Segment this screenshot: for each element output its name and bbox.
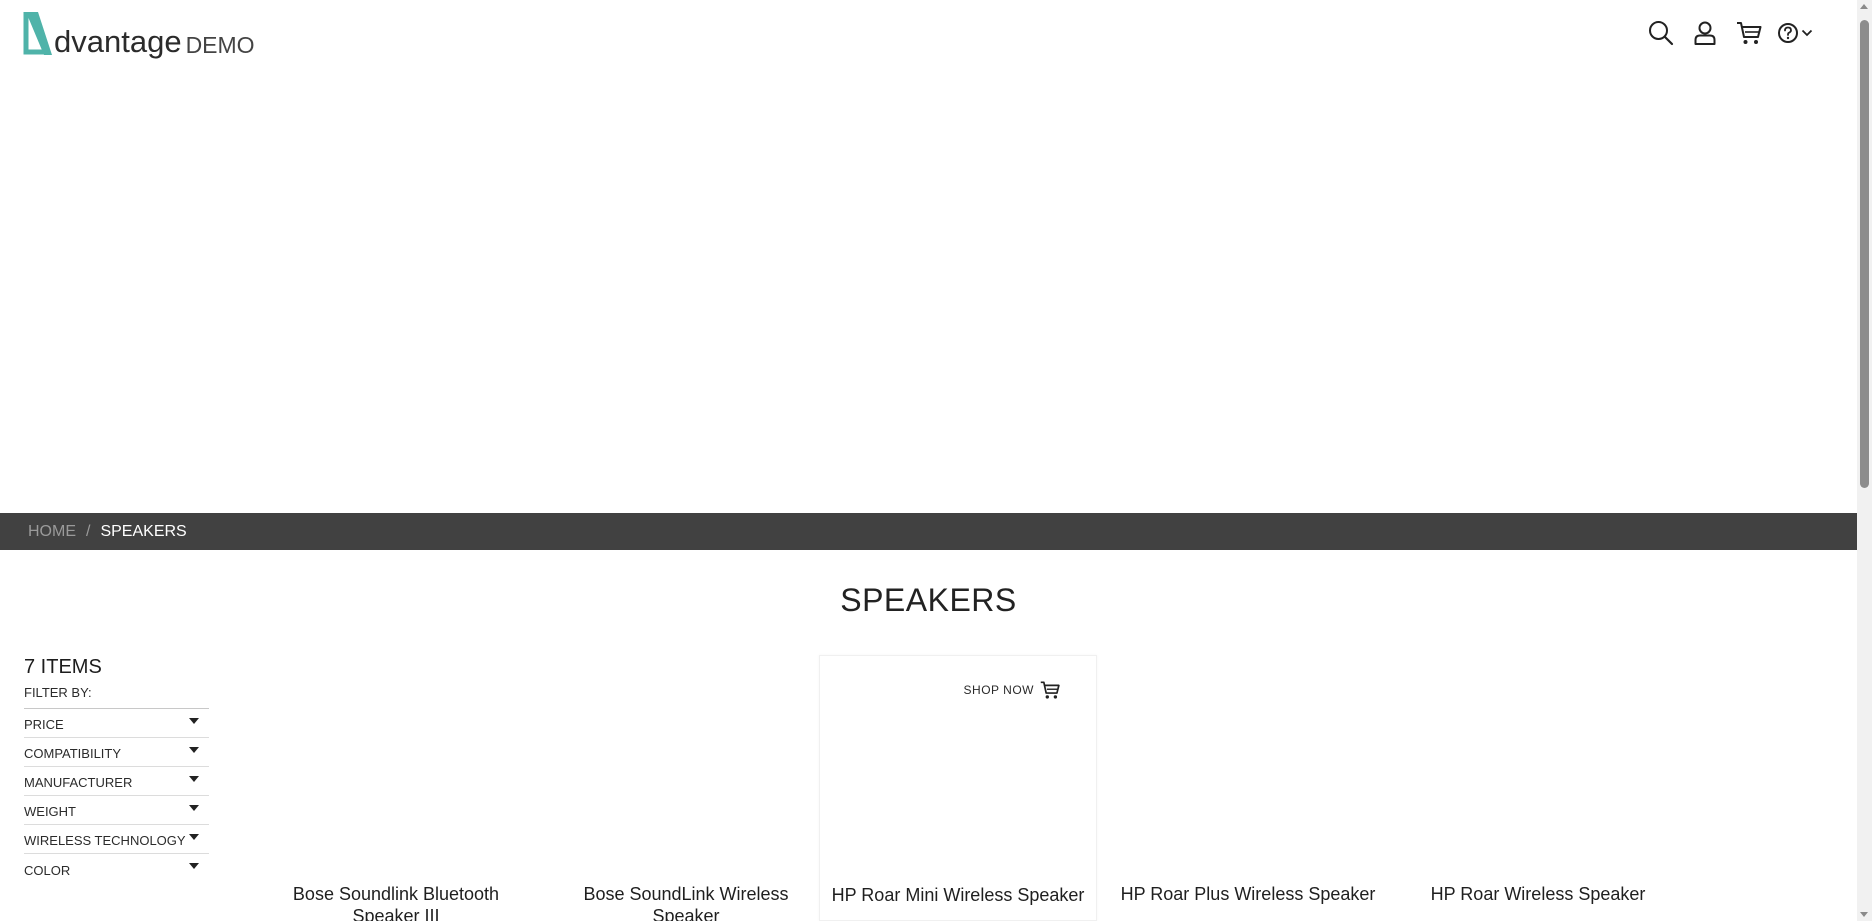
search-button[interactable]: [1639, 18, 1683, 48]
caret-down-icon: [189, 747, 199, 753]
filter-label: WEIGHT: [24, 804, 76, 819]
filter-label: MANUFACTURER: [24, 775, 133, 790]
product-card[interactable]: HP Roar Wireless Speaker: [1400, 655, 1676, 921]
scroll-up-arrow-icon[interactable]: [1860, 4, 1868, 9]
product-name[interactable]: Bose SoundLink Wireless Speaker: [548, 883, 824, 921]
filter-weight[interactable]: WEIGHT: [24, 796, 209, 825]
cart-button[interactable]: [1727, 18, 1771, 48]
product-card[interactable]: HP Roar Plus Wireless Speaker: [1110, 655, 1386, 921]
filter-wireless-technology[interactable]: WIRELESS TECHNOLOGY: [24, 825, 209, 854]
shop-now-button[interactable]: SHOP NOW: [964, 680, 1060, 700]
user-menu-button[interactable]: [1683, 18, 1727, 48]
filter-label: WIRELESS TECHNOLOGY: [24, 833, 186, 848]
filter-price[interactable]: PRICE: [24, 709, 209, 738]
header: dvantage DEMO: [0, 0, 1857, 80]
product-grid: Bose Soundlink Bluetooth Speaker III Bos…: [242, 655, 1702, 921]
filter-label: PRICE: [24, 717, 64, 732]
breadcrumb-home-link[interactable]: HOME: [28, 523, 76, 541]
brand-logo[interactable]: dvantage DEMO: [22, 8, 255, 58]
product-card[interactable]: SHOP NOW HP Roar Mini Wireless Speaker: [819, 655, 1097, 921]
breadcrumb-separator: /: [86, 522, 91, 540]
filter-label: COLOR: [24, 863, 71, 878]
shop-now-label: SHOP NOW: [963, 683, 1034, 697]
items-count: 7 ITEMS: [24, 656, 102, 678]
help-icon: [1778, 23, 1798, 43]
brand-suffix: DEMO: [185, 32, 255, 58]
caret-down-icon: [189, 863, 199, 869]
scrollbar-thumb[interactable]: [1860, 20, 1869, 488]
breadcrumb-current: SPEAKERS: [100, 522, 187, 540]
product-name[interactable]: Bose Soundlink Bluetooth Speaker III: [258, 883, 534, 921]
cart-icon: [1040, 681, 1060, 699]
brand-name: dvantage: [54, 24, 182, 59]
filter-label: COMPATIBILITY: [24, 746, 122, 761]
caret-down-icon: [189, 834, 199, 840]
filter-manufacturer[interactable]: MANUFACTURER: [24, 767, 209, 796]
filter-sidebar: 7 ITEMS FILTER BY: PRICE COMPATIBILITY M…: [24, 656, 209, 883]
user-icon: [1694, 21, 1716, 45]
page-scrollbar[interactable]: [1857, 0, 1872, 921]
chevron-down-icon: [1801, 29, 1813, 37]
caret-down-icon: [189, 776, 199, 782]
page-title: SPEAKERS: [840, 582, 1017, 618]
breadcrumb: HOME / SPEAKERS: [0, 513, 1857, 550]
filter-color[interactable]: COLOR: [24, 854, 209, 883]
product-name[interactable]: HP Roar Plus Wireless Speaker: [1110, 883, 1386, 905]
caret-down-icon: [189, 805, 199, 811]
hero-banner: [0, 80, 1857, 513]
product-name[interactable]: HP Roar Wireless Speaker: [1400, 883, 1676, 905]
header-actions: [1639, 18, 1819, 48]
filter-by-label: FILTER BY:: [24, 685, 209, 709]
help-menu-button[interactable]: [1771, 18, 1819, 48]
product-card[interactable]: Bose SoundLink Wireless Speaker: [548, 655, 824, 921]
product-card[interactable]: Bose Soundlink Bluetooth Speaker III: [258, 655, 534, 921]
product-name[interactable]: HP Roar Mini Wireless Speaker: [820, 884, 1096, 906]
cart-icon: [1737, 22, 1762, 44]
caret-down-icon: [189, 718, 199, 724]
filter-compatibility[interactable]: COMPATIBILITY: [24, 738, 209, 767]
logo-mark-icon: [23, 12, 52, 55]
scroll-down-arrow-icon[interactable]: [1860, 912, 1868, 917]
search-icon: [1649, 21, 1674, 46]
